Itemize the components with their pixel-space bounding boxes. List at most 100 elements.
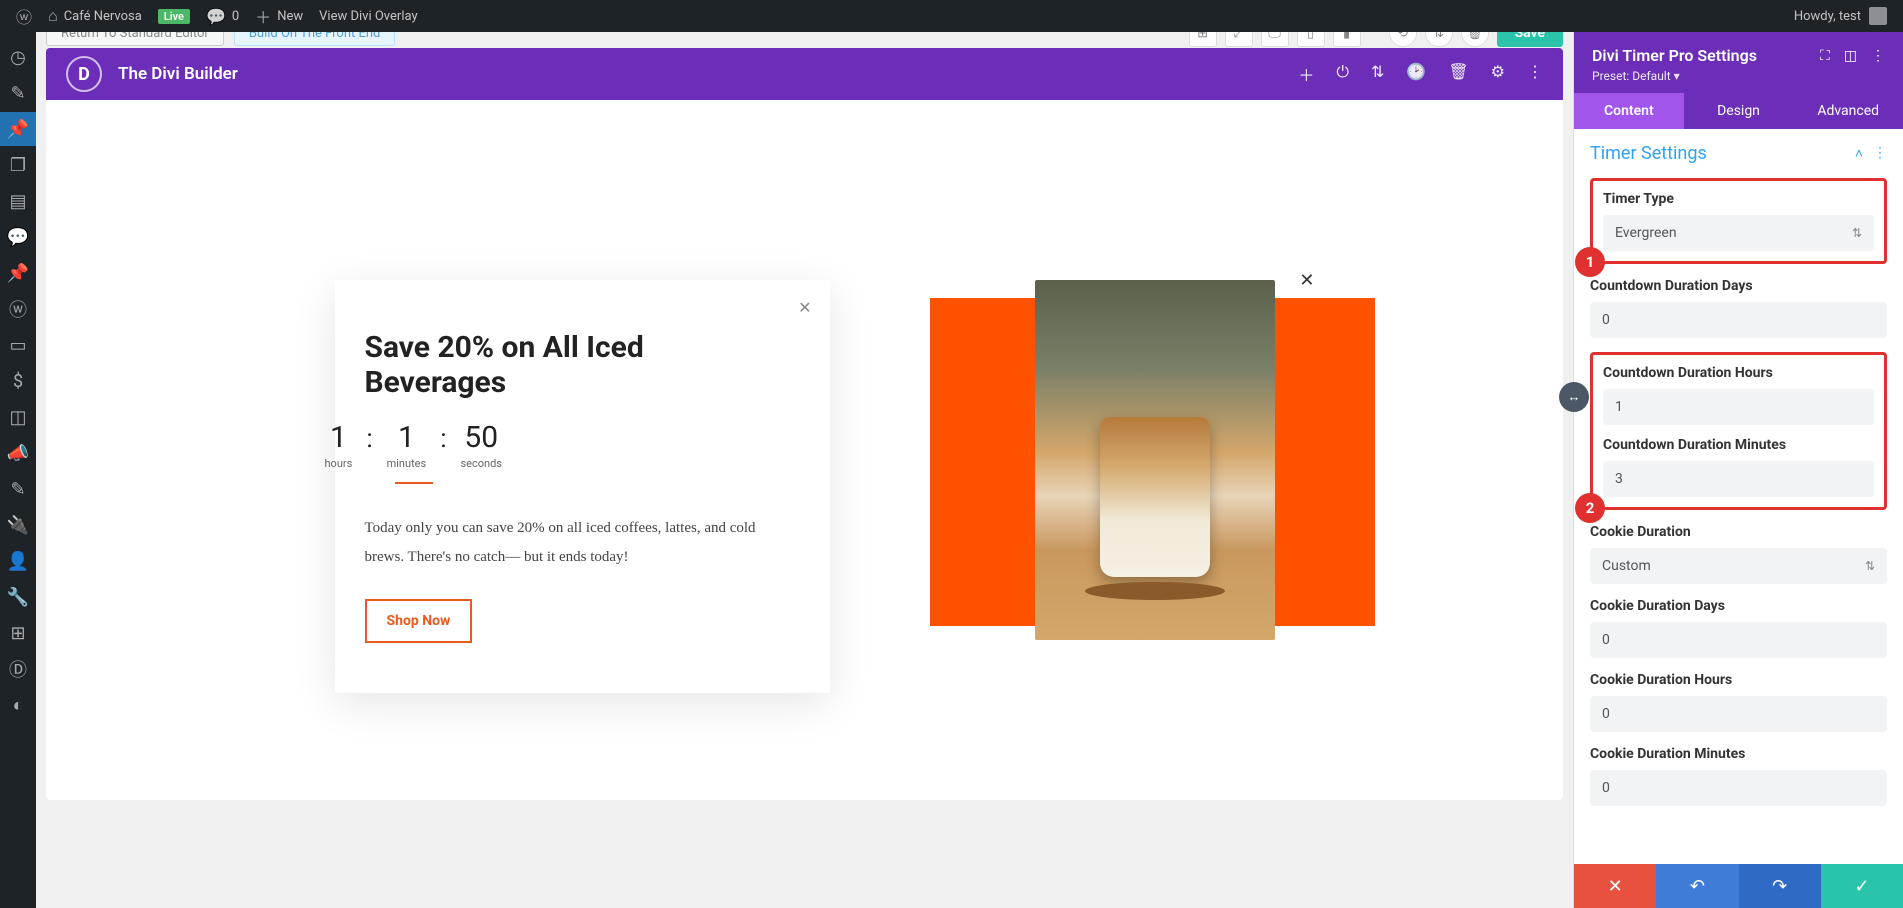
footer-confirm-button[interactable]: ✓ — [1821, 864, 1903, 908]
section-more-icon[interactable]: ⋮ — [1873, 145, 1887, 162]
sidebar-analytics-icon[interactable]: ◫ — [0, 400, 36, 434]
live-status[interactable]: Live — [150, 0, 198, 32]
sidebar-woo-icon[interactable]: ⓦ — [0, 292, 36, 326]
annotation-badge-2: 2 — [1575, 493, 1605, 523]
snap-icon[interactable]: ◫ — [1844, 48, 1857, 64]
duration-hours-minutes-group: 2 Countdown Duration Hours Countdown Dur… — [1590, 352, 1887, 510]
tab-design[interactable]: Design — [1684, 93, 1794, 129]
popup-heading: Save 20% on All Iced Beverages — [365, 330, 790, 400]
sidebar-active-icon[interactable]: 📌 — [0, 112, 36, 146]
duration-hours-input[interactable] — [1603, 389, 1874, 425]
shop-now-button[interactable]: Shop Now — [365, 599, 473, 643]
cookie-minutes-input[interactable] — [1590, 770, 1887, 806]
panel-more-icon[interactable]: ⋮ — [1871, 48, 1885, 64]
popup-close-outer-icon[interactable]: ✕ — [1299, 270, 1314, 291]
return-standard-editor-button[interactable]: Return To Standard Editor — [46, 32, 224, 46]
sidebar-pages-icon[interactable]: ▤ — [0, 184, 36, 218]
sidebar-settings-icon[interactable]: ⊞ — [0, 616, 36, 650]
save-button[interactable]: Save — [1497, 32, 1563, 47]
preset-selector[interactable]: Preset: Default ▾ — [1592, 69, 1885, 83]
divi-builder-header: D The Divi Builder ＋ ⏻ ⇅ 🕑 🗑 ⚙ ⋮ — [46, 48, 1563, 100]
sidebar-card-icon[interactable]: ▭ — [0, 328, 36, 362]
popup-close-inner-icon[interactable]: ✕ — [798, 298, 811, 317]
tab-content[interactable]: Content — [1574, 93, 1684, 129]
cookie-days-group: Cookie Duration Days — [1590, 598, 1887, 658]
new-content-link[interactable]: ＋New — [247, 0, 311, 32]
timer-type-group: 1 Timer Type Evergreen — [1590, 178, 1887, 264]
settings-header: Divi Timer Pro Settings ⛶ ◫ ⋮ Preset: De… — [1574, 32, 1903, 93]
wp-adminbar: ⓦ ⌂Café Nervosa Live 💬0 ＋New View Divi O… — [0, 0, 1903, 32]
sort-icon[interactable]: ⇅ — [1371, 62, 1384, 86]
divi-builder-title: The Divi Builder — [118, 64, 238, 84]
editor-column: Return To Standard Editor Build On The F… — [36, 32, 1573, 908]
sidebar-collapse-icon[interactable]: ◐ — [0, 688, 36, 722]
sidebar-box-icon[interactable]: $ — [0, 364, 36, 398]
panel-resize-handle[interactable]: ↔ — [1559, 382, 1589, 412]
sidebar-marketing-icon[interactable]: 📣 — [0, 436, 36, 470]
divi-logo-icon: D — [66, 56, 102, 92]
tab-advanced[interactable]: Advanced — [1793, 93, 1903, 129]
grid-view-icon[interactable]: ⊞ — [1189, 32, 1217, 47]
cookie-days-input[interactable] — [1590, 622, 1887, 658]
sidebar-divi-icon[interactable]: Ⓓ — [0, 652, 36, 686]
expand-icon[interactable]: ⛶ — [1820, 48, 1830, 64]
live-badge: Live — [158, 9, 190, 24]
timer-type-select[interactable]: Evergreen — [1603, 215, 1874, 251]
annotation-badge-1: 1 — [1575, 247, 1605, 277]
sidebar-appearance-icon[interactable]: ✎ — [0, 472, 36, 506]
user-avatar[interactable] — [1869, 7, 1887, 25]
add-icon[interactable]: ＋ — [1298, 62, 1314, 86]
sidebar-dashboard-icon[interactable]: ◷ — [0, 40, 36, 74]
phone-view-icon[interactable]: ▮ — [1333, 32, 1361, 47]
sidebar-pin-icon[interactable]: ✎ — [0, 76, 36, 110]
wp-admin-sidebar: ◷ ✎ 📌 ❐ ▤ 💬 📌 ⓦ ▭ $ ◫ 📣 ✎ 🔌 👤 🔧 ⊞ Ⓓ ◐ — [0, 32, 36, 908]
sidebar-comments-icon[interactable]: 💬 — [0, 220, 36, 254]
footer-cancel-button[interactable]: ✕ — [1574, 864, 1656, 908]
tablet-view-icon[interactable]: ▯ — [1297, 32, 1325, 47]
duration-days-label: Countdown Duration Days — [1590, 278, 1887, 294]
wireframe-view-icon[interactable]: ⤢ — [1225, 32, 1253, 47]
countdown-seconds-value: 50 — [460, 420, 502, 455]
clear-round-icon[interactable]: 🗑 — [1461, 32, 1489, 47]
countdown-timer: 1 hours : 1 minutes : 50 seconds — [325, 420, 790, 470]
comments-link[interactable]: 💬0 — [198, 0, 247, 32]
build-front-end-button[interactable]: Build On The Front End — [234, 32, 396, 46]
settings-body: Timer Settings ˄ ⋮ 1 Timer Type Evergree… — [1574, 129, 1903, 864]
desktop-view-icon[interactable]: 🖵 — [1261, 32, 1289, 47]
countdown-separator: : — [440, 420, 446, 454]
sidebar-plugins-icon[interactable]: 🔌 — [0, 508, 36, 542]
sidebar-projects-icon[interactable]: 📌 — [0, 256, 36, 290]
section-collapse-icon[interactable]: ˄ — [1855, 145, 1863, 162]
duration-days-input[interactable] — [1590, 302, 1887, 338]
view-overlay-text: View Divi Overlay — [319, 9, 417, 24]
sidebar-tools-icon[interactable]: 🔧 — [0, 580, 36, 614]
site-name-link[interactable]: ⌂Café Nervosa — [40, 0, 150, 32]
wp-logo[interactable]: ⓦ — [8, 0, 40, 32]
popup-content-panel: ✕ Save 20% on All Iced Beverages 1 hours… — [335, 280, 830, 693]
cookie-minutes-label: Cookie Duration Minutes — [1590, 746, 1887, 762]
portability-round-icon[interactable]: ⇅ — [1425, 32, 1453, 47]
cookie-duration-group: Cookie Duration Custom — [1590, 524, 1887, 584]
power-icon[interactable]: ⏻ — [1336, 62, 1349, 86]
countdown-minutes-value: 1 — [387, 420, 427, 455]
countdown-hours-value: 1 — [325, 420, 353, 455]
cookie-hours-input[interactable] — [1590, 696, 1887, 732]
view-overlay-link[interactable]: View Divi Overlay — [311, 0, 425, 32]
duration-minutes-label: Countdown Duration Minutes — [1603, 437, 1874, 453]
history-round-icon[interactable]: ⟲ — [1389, 32, 1417, 47]
duration-hours-label: Countdown Duration Hours — [1603, 365, 1874, 381]
footer-redo-button[interactable]: ↷ — [1739, 864, 1821, 908]
duration-minutes-input[interactable] — [1603, 461, 1874, 497]
comments-count: 0 — [232, 9, 239, 24]
cookie-duration-label: Cookie Duration — [1590, 524, 1887, 540]
footer-undo-button[interactable]: ↶ — [1656, 864, 1738, 908]
history-icon[interactable]: 🕑 — [1406, 62, 1426, 86]
sidebar-media-icon[interactable]: ❐ — [0, 148, 36, 182]
gear-icon[interactable]: ⚙ — [1491, 62, 1505, 86]
trash-icon[interactable]: 🗑 — [1448, 62, 1468, 86]
cookie-hours-label: Cookie Duration Hours — [1590, 672, 1887, 688]
cookie-duration-select[interactable]: Custom — [1590, 548, 1887, 584]
more-icon[interactable]: ⋮ — [1527, 62, 1543, 86]
sidebar-users-icon[interactable]: 👤 — [0, 544, 36, 578]
promo-popup: ✕ ✕ Save 20% on All Iced Beverages 1 hou… — [335, 280, 1275, 693]
